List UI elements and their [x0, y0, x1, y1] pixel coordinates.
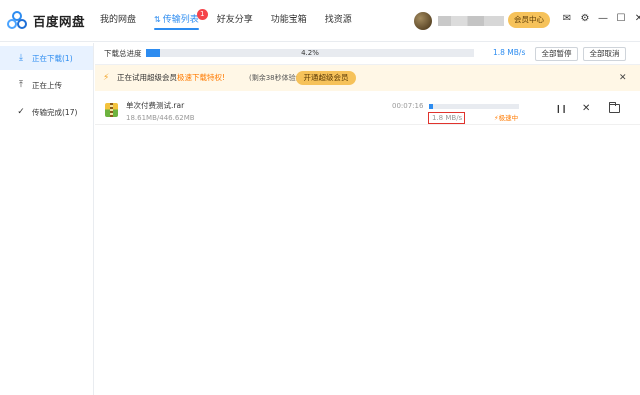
banner-text-highlight: 极速下载特权!: [177, 73, 226, 82]
top-bar: 百度网盘 我的网盘 ⇅传输列表 1 好友分享 功能宝箱 找资源 ♥ 会员中心 ✉…: [0, 0, 640, 42]
pause-all-button[interactable]: 全部暂停: [535, 47, 578, 61]
notification-badge: 1: [196, 9, 208, 20]
file-name: 单次付费测试.rar: [126, 101, 185, 110]
nav-my-disk[interactable]: 我的网盘: [100, 0, 136, 42]
sidebar-item-uploading[interactable]: ⤒ 正在上传: [0, 73, 93, 97]
file-progress-fill: [429, 104, 433, 109]
cloud-logo-icon: [6, 10, 28, 30]
check-circle-icon: ✓: [17, 107, 25, 117]
banner-text: 正在试用超级会员极速下载特权!: [117, 73, 225, 83]
nav-friend-share[interactable]: 好友分享: [217, 0, 253, 42]
lightning-icon: ⚡: [103, 73, 110, 83]
close-icon[interactable]: ✕: [633, 13, 640, 25]
sidebar-item-label: 正在上传: [32, 80, 62, 90]
accel-label: 极速中: [498, 114, 519, 122]
cancel-download-icon[interactable]: ✕: [582, 103, 590, 115]
total-speed: 1.8 MB/s: [493, 48, 526, 57]
nav-toolbox[interactable]: 功能宝箱: [271, 0, 307, 42]
mail-icon[interactable]: ✉: [561, 13, 573, 25]
vip-center-button[interactable]: 会员中心: [508, 12, 550, 28]
avatar[interactable]: [414, 12, 432, 30]
user-profile[interactable]: ♥: [414, 12, 519, 30]
time-remaining: 00:07:16: [392, 102, 424, 110]
minimize-icon[interactable]: —: [597, 13, 609, 25]
sidebar-item-completed[interactable]: ✓ 传输完成(17): [0, 100, 93, 124]
summary-label: 下载总进度: [104, 49, 142, 58]
pause-icon[interactable]: ❙❙: [555, 104, 567, 114]
main-panel: 下载总进度 4.2% 1.8 MB/s 全部暂停 全部取消 ⚡ 正在试用超级会员…: [95, 43, 640, 395]
list-item[interactable]: 单次付费测试.rar 18.61MB/446.62MB 00:07:16 1.8…: [95, 95, 640, 125]
nav-label: 传输列表: [162, 15, 199, 25]
app-name: 百度网盘: [33, 13, 86, 29]
sidebar-item-label: 正在下载(1): [32, 53, 73, 63]
app-logo[interactable]: 百度网盘: [6, 9, 85, 31]
accelerating-badge: ⚡极速中: [494, 114, 518, 123]
upload-icon: ⤒: [19, 80, 23, 90]
username-blurred: [438, 16, 504, 26]
download-summary: 下载总进度 4.2% 1.8 MB/s 全部暂停 全部取消: [95, 43, 640, 65]
nav-label: 我的网盘: [100, 15, 137, 25]
file-progress-bar: [429, 104, 519, 109]
active-tab-underline: [154, 28, 199, 30]
transfer-arrows-icon: ⇅: [154, 15, 161, 24]
nav-find-resources[interactable]: 找资源: [325, 0, 352, 42]
file-size: 18.61MB/446.62MB: [126, 114, 195, 122]
nav-label: 好友分享: [216, 15, 253, 25]
app-window: 百度网盘 我的网盘 ⇅传输列表 1 好友分享 功能宝箱 找资源 ♥ 会员中心 ✉…: [0, 0, 640, 395]
rar-file-icon: [105, 103, 118, 117]
file-speed: 1.8 MB/s: [432, 114, 463, 122]
open-super-vip-button[interactable]: 开通超级会员: [296, 71, 356, 85]
total-progress-bar: 4.2%: [146, 49, 474, 57]
nav-transfer-list[interactable]: ⇅ 传输列表 1: [154, 0, 208, 42]
trial-banner: ⚡ 正在试用超级会员极速下载特权! (剩余38秒体验结束) 开通超级会员 ✕: [95, 65, 640, 91]
main-nav: 我的网盘 ⇅ 传输列表 1 好友分享 功能宝箱 找资源: [100, 0, 370, 42]
nav-label: 找资源: [324, 15, 352, 25]
settings-icon[interactable]: ⚙: [579, 13, 591, 25]
nav-label: 功能宝箱: [270, 15, 307, 25]
maximize-icon[interactable]: ☐: [615, 13, 627, 25]
sidebar-item-downloading[interactable]: ⤓ 正在下载(1): [0, 46, 93, 70]
sidebar-item-label: 传输完成(17): [32, 107, 78, 117]
download-icon: ⤓: [19, 53, 23, 63]
cancel-all-button[interactable]: 全部取消: [583, 47, 626, 61]
close-icon[interactable]: ✕: [619, 72, 627, 84]
banner-text-prefix: 正在试用超级会员: [117, 73, 177, 82]
total-progress-text: 4.2%: [301, 49, 319, 57]
folder-icon[interactable]: [609, 102, 620, 113]
window-controls: ✉ ⚙ — ☐ ✕: [561, 13, 640, 25]
sidebar: ⤓ 正在下载(1) ⤒ 正在上传 ✓ 传输完成(17): [0, 43, 94, 395]
